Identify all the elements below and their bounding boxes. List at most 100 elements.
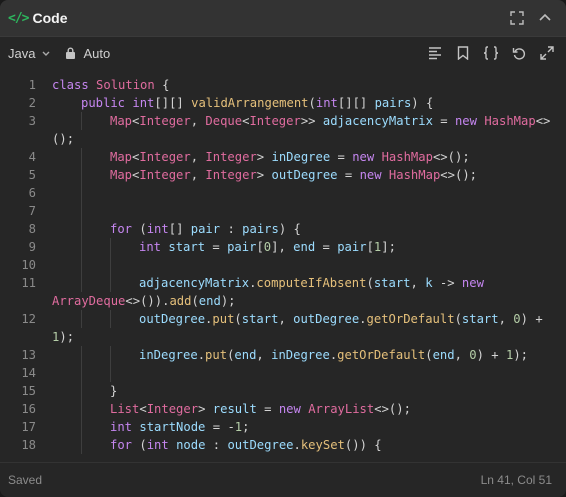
language-label: Java bbox=[8, 45, 36, 61]
cursor-position: Ln 41, Col 51 bbox=[480, 473, 552, 487]
bookmark-button[interactable] bbox=[452, 42, 474, 64]
code-text: Map<Integer, Deque<Integer>> adjacencyMa… bbox=[52, 112, 550, 130]
line-number: 12 bbox=[21, 312, 36, 326]
code-line[interactable]: 13 inDegree.put(end, inDegree.getOrDefaul… bbox=[0, 346, 566, 364]
indent-guide bbox=[81, 184, 82, 202]
code-text: int start = pair[0], end = pair[1]; bbox=[52, 238, 396, 256]
code-icon: </> bbox=[8, 10, 30, 26]
indent-guide bbox=[110, 346, 111, 364]
code-line[interactable]: 10 bbox=[0, 256, 566, 274]
indent-guide bbox=[81, 148, 82, 166]
code-text: inDegree.put(end, inDegree.getOrDefault(… bbox=[52, 346, 528, 364]
code-text: 1); bbox=[52, 330, 75, 344]
code-line[interactable]: 8 for (int[] pair : pairs) { bbox=[0, 220, 566, 238]
mode-select[interactable]: Auto bbox=[65, 46, 110, 61]
braces-button[interactable] bbox=[480, 42, 502, 64]
code-line[interactable]: 4 Map<Integer, Integer> inDegree = new Ha… bbox=[0, 148, 566, 166]
indent-guide bbox=[81, 238, 82, 256]
line-number: 18 bbox=[21, 438, 36, 452]
code-text: public int[][] validArrangement(int[][] … bbox=[81, 96, 434, 110]
line-number: 11 bbox=[21, 276, 36, 290]
editor-toolbar: Java Auto bbox=[0, 37, 566, 70]
code-line[interactable]: 14 bbox=[0, 364, 566, 382]
line-number: 0 bbox=[0, 328, 52, 346]
line-number: 10 bbox=[21, 258, 36, 272]
code-line[interactable]: 5 Map<Integer, Integer> outDegree = new H… bbox=[0, 166, 566, 184]
indent-guide bbox=[110, 310, 111, 328]
line-number: 13 bbox=[21, 348, 36, 362]
indent-guide bbox=[81, 310, 82, 328]
code-line[interactable]: 18 for (int node : outDegree.keySet()) { bbox=[0, 436, 566, 454]
format-button[interactable] bbox=[424, 42, 446, 64]
indent-guide bbox=[81, 382, 82, 400]
code-line[interactable]: 01); bbox=[0, 328, 566, 346]
indent-guide bbox=[81, 436, 82, 454]
format-lines-icon bbox=[429, 47, 441, 60]
indent-guide bbox=[110, 364, 111, 382]
line-number: 5 bbox=[28, 168, 36, 182]
line-number: 2 bbox=[28, 96, 36, 110]
code-text bbox=[52, 364, 146, 382]
code-text: } bbox=[52, 382, 117, 400]
indent-guide bbox=[81, 274, 82, 292]
code-line[interactable]: 9 int start = pair[0], end = pair[1]; bbox=[0, 238, 566, 256]
line-number: 14 bbox=[21, 366, 36, 380]
code-text: for (int node : outDegree.keySet()) { bbox=[52, 436, 382, 454]
line-number: 6 bbox=[28, 186, 36, 200]
code-line[interactable]: 7 bbox=[0, 202, 566, 220]
code-line[interactable]: 15} bbox=[0, 382, 566, 400]
code-text bbox=[52, 256, 146, 274]
collapse-button[interactable] bbox=[534, 7, 556, 29]
code-text: List<Integer> result = new ArrayList<>()… bbox=[52, 400, 411, 418]
bookmark-icon bbox=[457, 46, 469, 60]
indent-guide bbox=[110, 256, 111, 274]
code-line[interactable]: 12 outDegree.put(start, outDegree.getOrDe… bbox=[0, 310, 566, 328]
code-text bbox=[52, 202, 117, 220]
code-text: class Solution { bbox=[52, 78, 170, 92]
line-number: 4 bbox=[28, 150, 36, 164]
code-text: for (int[] pair : pairs) { bbox=[52, 220, 301, 238]
code-text: int startNode = -1; bbox=[52, 418, 249, 436]
indent-guide bbox=[81, 202, 82, 220]
code-text: adjacencyMatrix.computeIfAbsent(start, k… bbox=[52, 274, 484, 292]
reset-button[interactable] bbox=[508, 42, 530, 64]
undo-icon bbox=[512, 48, 526, 60]
code-panel-header: </> Code bbox=[0, 0, 566, 37]
code-text: Map<Integer, Integer> inDegree = new Has… bbox=[52, 148, 470, 166]
indent-guide bbox=[110, 238, 111, 256]
code-line[interactable]: 6 bbox=[0, 184, 566, 202]
indent-guide bbox=[81, 346, 82, 364]
code-line[interactable]: 16 List<Integer> result = new ArrayList<>… bbox=[0, 400, 566, 418]
code-line[interactable]: 1 class Solution { bbox=[0, 76, 566, 94]
line-number: 7 bbox=[28, 204, 36, 218]
line-number: 17 bbox=[21, 420, 36, 434]
code-text: ArrayDeque<>()).add(end); bbox=[52, 294, 236, 308]
code-line[interactable]: 0(); bbox=[0, 130, 566, 148]
expand-button[interactable] bbox=[536, 42, 558, 64]
braces-icon bbox=[483, 46, 499, 60]
code-line[interactable]: 17 int startNode = -1; bbox=[0, 418, 566, 436]
code-text: Map<Integer, Integer> outDegree = new Ha… bbox=[52, 166, 477, 184]
code-line[interactable]: 2 public int[][] validArrangement(int[][]… bbox=[0, 94, 566, 112]
line-number: 3 bbox=[28, 114, 36, 128]
chevron-up-icon bbox=[539, 13, 551, 21]
code-text bbox=[52, 184, 117, 202]
line-number: 15 bbox=[21, 384, 36, 398]
language-select[interactable]: Java bbox=[8, 46, 51, 61]
fullscreen-icon bbox=[510, 11, 524, 25]
code-line[interactable]: 0ArrayDeque<>()).add(end); bbox=[0, 292, 566, 310]
editor-footer: Saved Ln 41, Col 51 bbox=[0, 462, 566, 497]
indent-guide bbox=[81, 364, 82, 382]
panel-title: Code bbox=[32, 10, 68, 26]
fullscreen-button[interactable] bbox=[506, 7, 528, 29]
code-editor[interactable]: 1 class Solution { 2 public int[][] validAr… bbox=[0, 69, 566, 463]
indent-guide bbox=[110, 274, 111, 292]
indent-guide bbox=[81, 418, 82, 436]
indent-guide bbox=[81, 220, 82, 238]
code-line[interactable]: 3 Map<Integer, Deque<Integer>> adjacencyM… bbox=[0, 112, 566, 130]
lock-icon bbox=[66, 47, 76, 59]
code-line[interactable]: 11 adjacencyMatrix.computeIfAbsent(start,… bbox=[0, 274, 566, 292]
line-number: 16 bbox=[21, 402, 36, 416]
line-number: 8 bbox=[28, 222, 36, 236]
mode-label: Auto bbox=[83, 45, 111, 61]
